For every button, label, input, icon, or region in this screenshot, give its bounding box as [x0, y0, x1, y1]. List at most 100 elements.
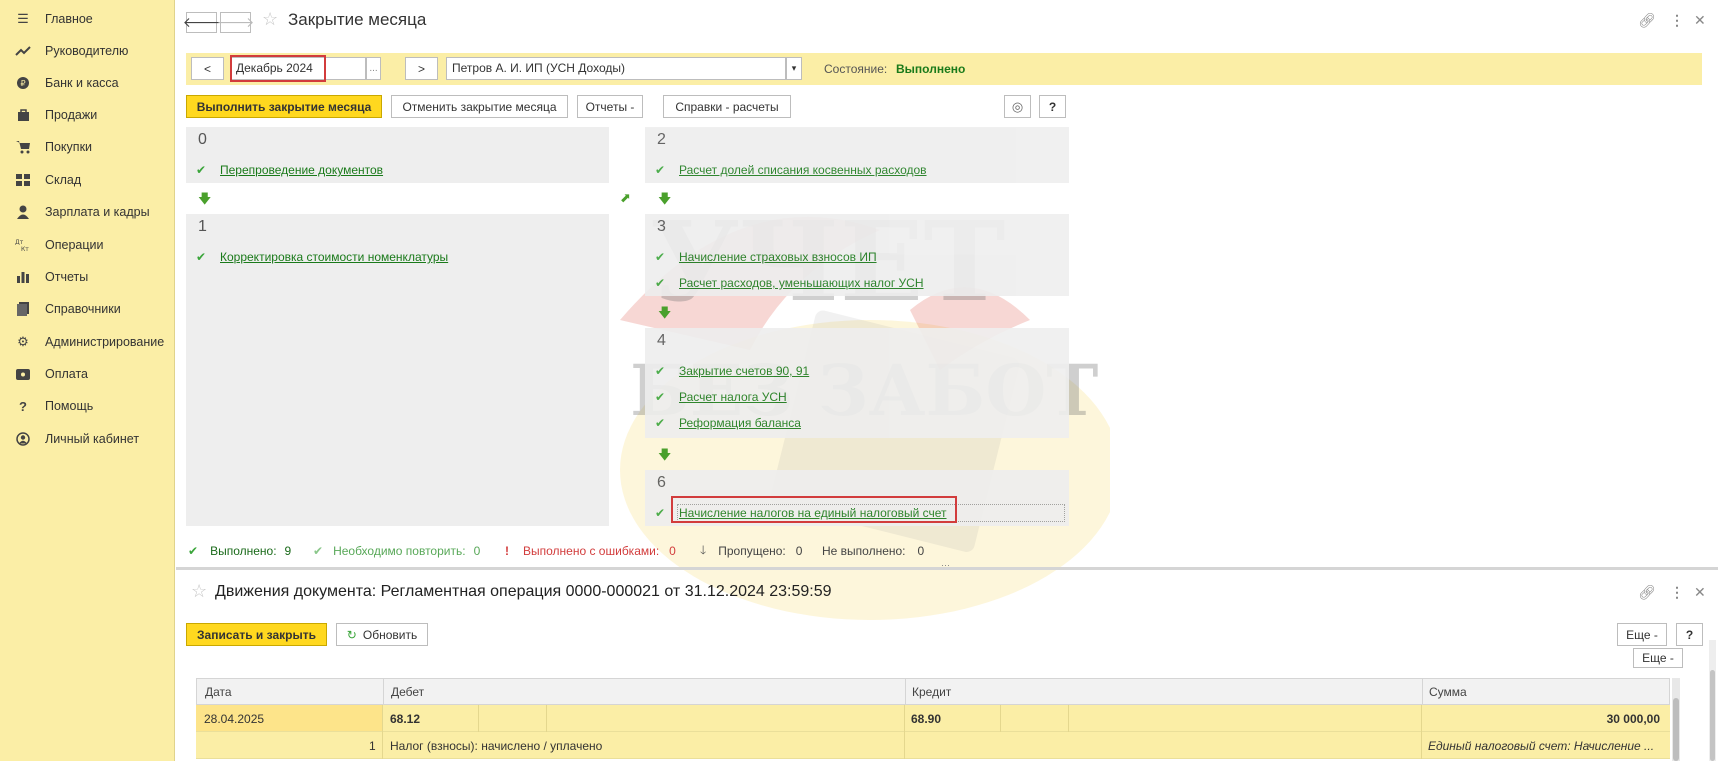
sidebar-item-sales[interactable]: Продажи [0, 102, 175, 128]
sidebar-item-reports[interactable]: Отчеты [0, 264, 175, 290]
table-scrollbar[interactable] [1672, 678, 1680, 761]
sidebar-item-operations[interactable]: Дт Кт Операции [0, 232, 175, 258]
period-bar: < Декабрь 2024 ... > Петров А. И. ИП (УС… [186, 53, 1702, 85]
sidebar-item-label: Помощь [45, 399, 94, 413]
column-divider [1421, 732, 1422, 759]
close-icon[interactable]: ✕ [1694, 584, 1706, 601]
link-icon[interactable]: 🔗︎ [1638, 12, 1656, 29]
step-row[interactable]: ✔ Перепроведение документов [194, 161, 383, 179]
status-errors: ! Выполнено с ошибками: 0 [505, 543, 676, 559]
column-divider [1000, 705, 1001, 732]
check-icon: ✔ [654, 390, 666, 404]
sidebar-item-salary[interactable]: Зарплата и кадры [0, 199, 175, 225]
sidebar-item-payment[interactable]: Оплата [0, 361, 175, 387]
references-menu-button[interactable]: Справки - расчеты [663, 95, 791, 118]
step-link[interactable]: Расчет долей списания косвенных расходов [679, 163, 927, 177]
back-button[interactable]: 🡐 [183, 12, 220, 33]
sidebar-item-bank[interactable]: ₽ Банк и касса [0, 70, 175, 96]
doc-help-button[interactable]: ? [1676, 623, 1703, 646]
check-double-icon: ✔ [195, 163, 207, 177]
splitter-grip-icon[interactable]: ⋯ [941, 560, 950, 571]
form-header: 🡐 🡒 ☆ Закрытие месяца 🔗︎ ⋮ ✕ [176, 0, 1718, 44]
table-row-detail[interactable]: 1 Налог (взносы): начислено / уплачено Е… [196, 732, 1670, 759]
svg-text:Дт: Дт [15, 239, 24, 246]
table-row[interactable]: 28.04.2025 68.12 68.90 30 000,00 [196, 705, 1670, 732]
column-divider [1068, 705, 1069, 732]
forward-button[interactable]: 🡒 [217, 12, 254, 33]
organization-select[interactable]: Петров А. И. ИП (УСН Доходы) [446, 57, 786, 80]
settings-button[interactable]: ◎ [1004, 95, 1031, 118]
column-amount[interactable]: Сумма [1429, 685, 1467, 699]
column-date[interactable]: Дата [205, 685, 232, 699]
more-vert-icon[interactable]: ⋮ [1670, 12, 1684, 29]
step-link[interactable]: Расчет налога УСН [679, 390, 787, 404]
scrollbar-thumb[interactable] [1710, 670, 1715, 761]
sidebar-item-help[interactable]: ? Помощь [0, 393, 175, 419]
form-scrollbar[interactable] [1709, 640, 1716, 761]
help-button[interactable]: ? [1039, 95, 1066, 118]
step-row[interactable]: ✔ Закрытие счетов 90, 91 [653, 362, 809, 380]
period-select-button[interactable]: ... [366, 57, 381, 80]
sidebar-item-admin[interactable]: ⚙ Администрирование [0, 329, 175, 355]
step-row[interactable]: ✔ Начисление страховых взносов ИП [653, 248, 877, 266]
step-row[interactable]: ✔ Реформация баланса [653, 414, 801, 432]
check-icon: ✔ [654, 163, 666, 177]
status-repeat: ✔ Необходимо повторить: 0 [313, 543, 480, 559]
arrow-down-icon: 🡇 [658, 191, 672, 206]
svg-text:Кт: Кт [21, 246, 29, 252]
check-icon: ✔ [188, 544, 199, 558]
organization-dropdown[interactable]: ▾ [786, 57, 802, 80]
arrow-down-icon: 🡓 [700, 542, 707, 557]
save-close-button[interactable]: Записать и закрыть [186, 623, 327, 646]
row-credit: 68.90 [911, 712, 942, 726]
step-row[interactable]: ✔ Расчет расходов, уменьшающих налог УСН [653, 274, 924, 292]
step-row[interactable]: ✔ Корректировка стоимости номенклатуры [194, 248, 448, 266]
step-link[interactable]: Реформация баланса [679, 416, 801, 430]
bag-icon [15, 107, 31, 123]
status-count: 9 [284, 544, 292, 558]
column-credit[interactable]: Кредит [912, 685, 951, 699]
sidebar-item-main[interactable]: ☰ Главное [0, 6, 175, 32]
step-group-4: 4 ✔ Закрытие счетов 90, 91 ✔ Расчет нало… [645, 328, 1069, 438]
step-link[interactable]: Начисление страховых взносов ИП [679, 250, 877, 264]
sidebar-item-purchases[interactable]: Покупки [0, 134, 175, 160]
arrow-down-icon: 🡇 [658, 447, 672, 462]
favorite-star-icon[interactable]: ☆ [191, 581, 207, 602]
reports-menu-button[interactable]: Отчеты - [577, 95, 643, 118]
prev-period-button[interactable]: < [191, 57, 224, 80]
sidebar-item-label: Зарплата и кадры [45, 205, 150, 219]
app-window: ☰ Главное Руководителю ₽ Банк и касса Пр… [0, 0, 1718, 761]
favorite-star-icon[interactable]: ☆ [262, 9, 278, 30]
page-title: Закрытие месяца [288, 10, 427, 29]
sidebar-item-warehouse[interactable]: Склад [0, 167, 175, 193]
row-amount: 30 000,00 [1606, 712, 1660, 726]
step-link[interactable]: Расчет расходов, уменьшающих налог УСН [679, 276, 924, 290]
sidebar-item-label: Склад [45, 173, 82, 187]
column-divider [905, 679, 906, 706]
scrollbar-thumb[interactable] [1673, 698, 1679, 761]
column-divider [382, 705, 383, 732]
more-vert-icon[interactable]: ⋮ [1670, 584, 1684, 601]
step-highlight [671, 496, 957, 523]
step-number: 0 [198, 131, 207, 148]
refresh-button[interactable]: ↻ Обновить [336, 623, 428, 646]
step-link[interactable]: Корректировка стоимости номенклатуры [220, 250, 448, 264]
link-icon[interactable]: 🔗︎ [1638, 584, 1656, 601]
column-debit[interactable]: Дебет [391, 685, 424, 699]
next-period-button[interactable]: > [405, 57, 438, 80]
more-button[interactable]: Еще - [1617, 623, 1667, 646]
close-icon[interactable]: ✕ [1694, 12, 1706, 29]
sidebar-item-references[interactable]: Справочники [0, 296, 175, 322]
arrow-down-icon: 🡇 [658, 305, 672, 320]
more-button-secondary[interactable]: Еще - [1633, 648, 1683, 668]
cancel-closing-button[interactable]: Отменить закрытие месяца [391, 95, 568, 118]
status-notdone: Не выполнено: 0 [822, 543, 924, 559]
step-link[interactable]: Перепроведение документов [220, 163, 383, 177]
step-link[interactable]: Закрытие счетов 90, 91 [679, 364, 809, 378]
step-row[interactable]: ✔ Расчет долей списания косвенных расход… [653, 161, 927, 179]
sidebar-item-account[interactable]: Личный кабинет [0, 426, 175, 452]
sidebar-item-label: Личный кабинет [45, 432, 140, 446]
step-row[interactable]: ✔ Расчет налога УСН [653, 388, 787, 406]
sidebar-item-manager[interactable]: Руководителю [0, 38, 175, 64]
run-closing-button[interactable]: Выполнить закрытие месяца [186, 95, 382, 118]
